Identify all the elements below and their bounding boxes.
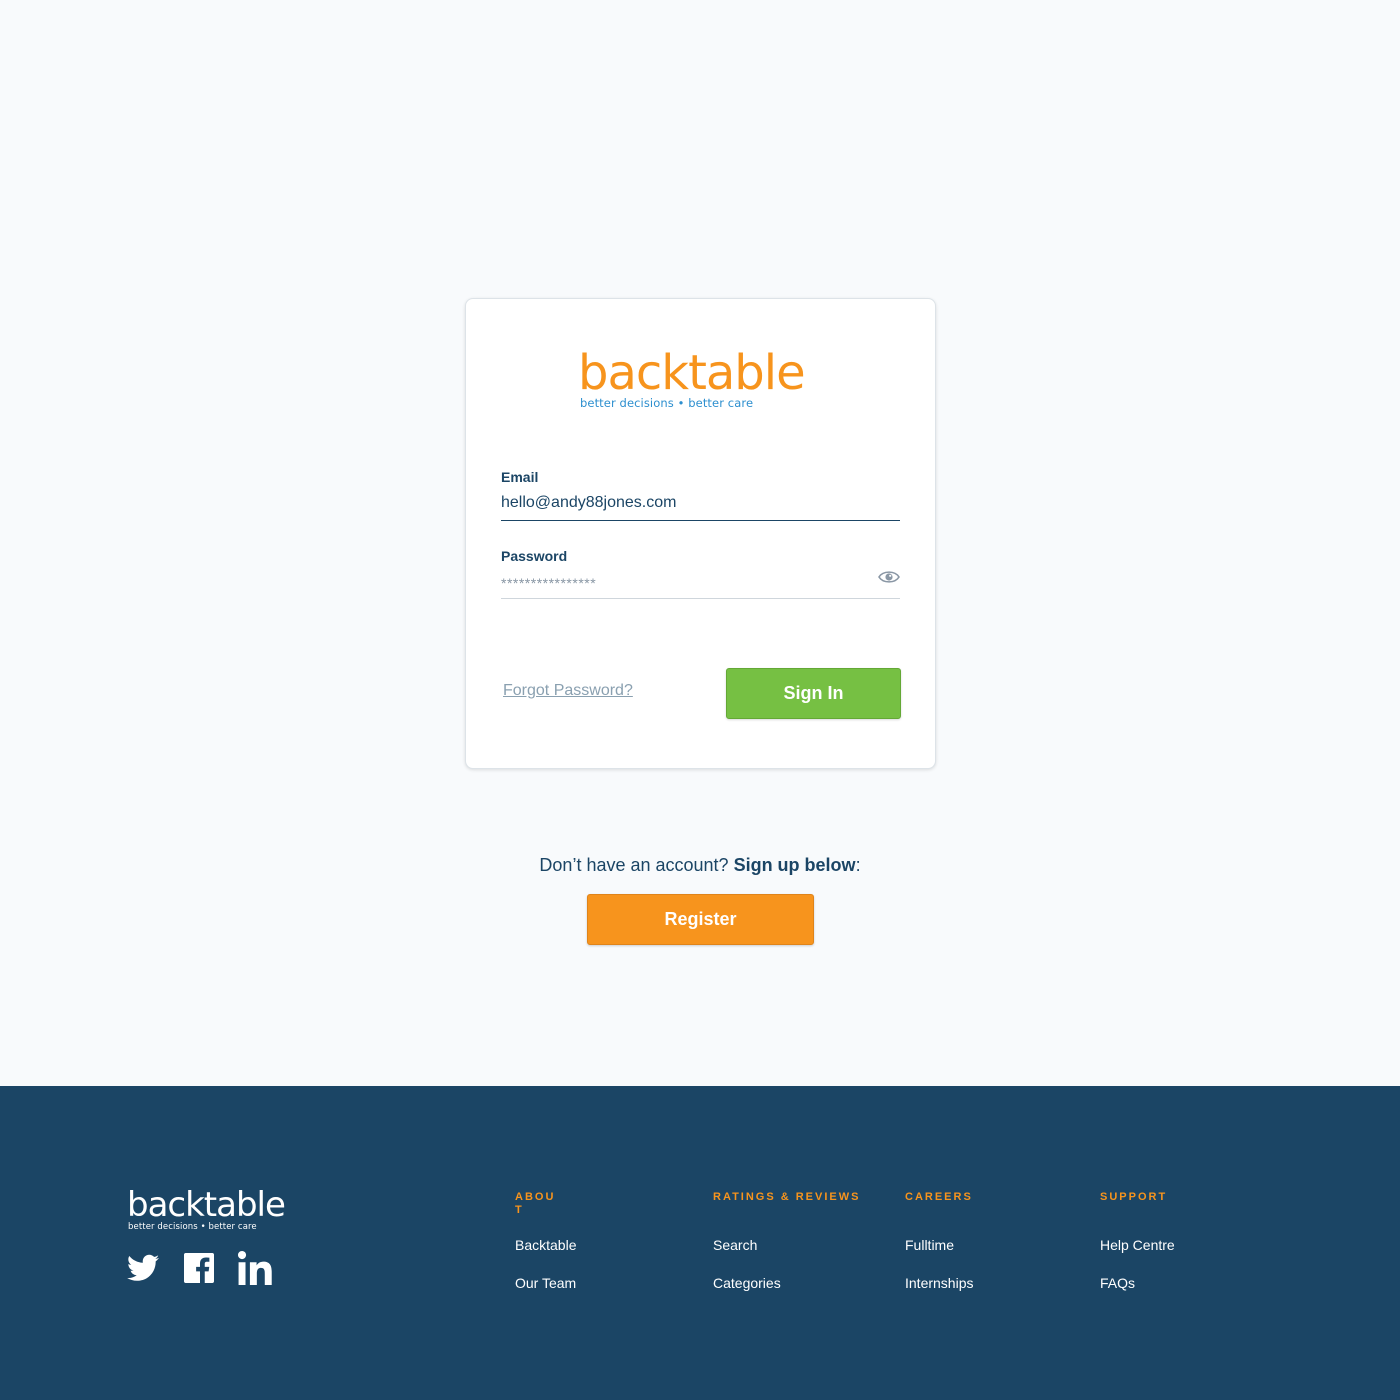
footer-logo[interactable]: backtable better decisions • better care bbox=[127, 1188, 297, 1232]
signup-suffix: : bbox=[855, 855, 861, 875]
footer-column-about: ABOUT Backtable Our Team bbox=[515, 1191, 576, 1307]
footer-link-search[interactable]: Search bbox=[713, 1237, 860, 1269]
password-field-underline bbox=[501, 598, 900, 599]
password-label: Password bbox=[501, 548, 568, 564]
password-field[interactable]: **************** bbox=[501, 575, 596, 591]
facebook-icon[interactable] bbox=[184, 1251, 214, 1285]
linkedin-icon[interactable] bbox=[238, 1251, 272, 1285]
footer-link-backtable[interactable]: Backtable bbox=[515, 1237, 576, 1269]
footer-link-our-team[interactable]: Our Team bbox=[515, 1275, 576, 1307]
footer-link-faqs[interactable]: FAQs bbox=[1100, 1275, 1175, 1307]
email-field-underline bbox=[501, 520, 900, 521]
signup-emphasis: Sign up below bbox=[733, 855, 856, 875]
forgot-password-link[interactable]: Forgot Password? bbox=[503, 682, 633, 700]
footer-link-fulltime[interactable]: Fulltime bbox=[905, 1237, 973, 1269]
footer-link-help-centre[interactable]: Help Centre bbox=[1100, 1237, 1175, 1269]
signup-prompt-text: Don’t have an account? bbox=[539, 855, 734, 875]
twitter-icon[interactable] bbox=[127, 1251, 159, 1285]
footer-heading-ratings: RATINGS & REVIEWS bbox=[713, 1191, 861, 1203]
backtable-logo: backtable better decisions • better care bbox=[578, 349, 824, 411]
footer: backtable better decisions • better care… bbox=[0, 1086, 1400, 1400]
footer-heading-careers: CAREERS bbox=[905, 1191, 973, 1203]
footer-link-categories[interactable]: Categories bbox=[713, 1275, 860, 1307]
footer-logo-wordmark: backtable bbox=[127, 1185, 286, 1225]
logo-wordmark: backtable bbox=[578, 345, 806, 401]
sign-in-button[interactable]: Sign In bbox=[726, 668, 901, 719]
email-field[interactable]: hello@andy88jones.com bbox=[501, 494, 676, 512]
footer-column-careers: CAREERS Fulltime Internships bbox=[905, 1191, 973, 1307]
footer-link-internships[interactable]: Internships bbox=[905, 1275, 973, 1307]
login-card: backtable better decisions • better care… bbox=[465, 298, 936, 769]
eye-icon[interactable] bbox=[878, 569, 900, 585]
signup-prompt: Don’t have an account? Sign up below: bbox=[0, 855, 1400, 876]
email-label: Email bbox=[501, 469, 539, 485]
register-button[interactable]: Register bbox=[587, 894, 814, 945]
footer-heading-about: ABOUT bbox=[515, 1191, 556, 1216]
footer-heading-support: SUPPORT bbox=[1100, 1191, 1168, 1203]
footer-column-ratings: RATINGS & REVIEWS Search Categories bbox=[713, 1191, 860, 1307]
footer-column-support: SUPPORT Help Centre FAQs bbox=[1100, 1191, 1175, 1307]
